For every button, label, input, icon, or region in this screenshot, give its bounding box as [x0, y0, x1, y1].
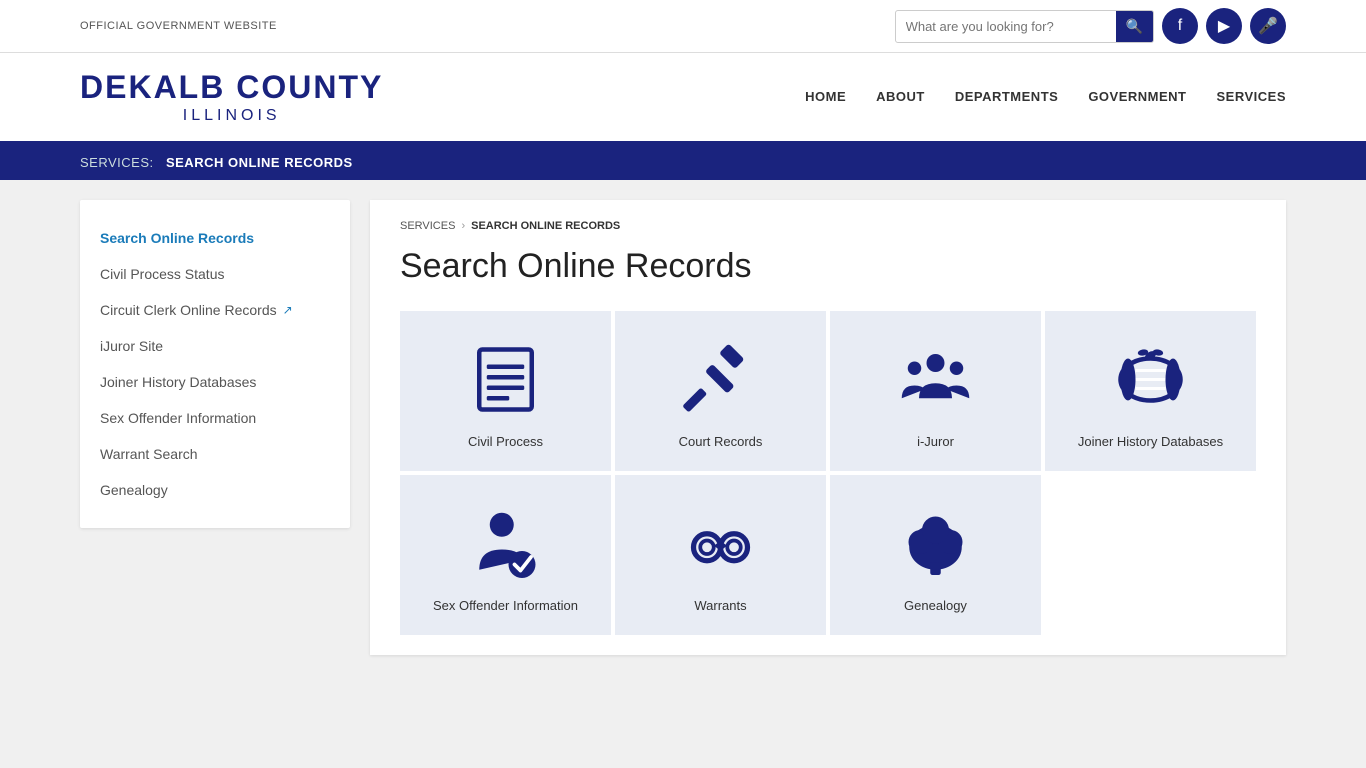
nav-home[interactable]: HOME — [805, 89, 846, 104]
card-sex-offender-label: Sex Offender Information — [433, 598, 578, 613]
genealogy-icon — [898, 506, 973, 598]
card-ijuror[interactable]: i-Juror — [830, 311, 1041, 471]
breadcrumb-current: SEARCH ONLINE RECORDS — [471, 220, 620, 232]
nav-government[interactable]: GOVERNMENT — [1088, 89, 1186, 104]
card-genealogy[interactable]: Genealogy — [830, 475, 1041, 635]
nav-services[interactable]: SERVICES — [1216, 89, 1286, 104]
microphone-icon[interactable]: 🎤 — [1250, 8, 1286, 44]
youtube-icon[interactable]: ▶ — [1206, 8, 1242, 44]
card-warrants[interactable]: Warrants — [615, 475, 826, 635]
sidebar-item-ijuror[interactable]: iJuror Site — [80, 328, 350, 364]
breadcrumb-separator: › — [461, 220, 465, 232]
breadcrumb: SERVICES › SEARCH ONLINE RECORDS — [400, 220, 1256, 232]
logo-state: ILLINOIS — [80, 106, 383, 125]
header: DEKALB COUNTY ILLINOIS HOME ABOUT DEPART… — [0, 53, 1366, 145]
search-box[interactable]: 🔍 — [895, 10, 1154, 43]
nav-departments[interactable]: DEPARTMENTS — [955, 89, 1058, 104]
sidebar-item-warrant-search[interactable]: Warrant Search — [80, 436, 350, 472]
card-joiner-history-label: Joiner History Databases — [1078, 434, 1223, 449]
sidebar-item-circuit-clerk[interactable]: Circuit Clerk Online Records ↗ — [80, 292, 350, 328]
main-nav: HOME ABOUT DEPARTMENTS GOVERNMENT SERVIC… — [805, 89, 1286, 104]
card-warrants-label: Warrants — [694, 598, 746, 613]
icon-grid: Civil Process Court Records — [400, 311, 1256, 635]
sidebar-item-joiner-history[interactable]: Joiner History Databases — [80, 364, 350, 400]
sidebar-item-genealogy[interactable]: Genealogy — [80, 472, 350, 508]
joiner-history-icon — [1113, 342, 1188, 434]
court-records-icon — [683, 342, 758, 434]
search-button[interactable]: 🔍 — [1116, 11, 1153, 42]
card-sex-offender[interactable]: Sex Offender Information — [400, 475, 611, 635]
breadcrumb-banner: SERVICES: SEARCH ONLINE RECORDS — [0, 145, 1366, 180]
sidebar-item-sex-offender[interactable]: Sex Offender Information — [80, 400, 350, 436]
sidebar-item-civil-process-status[interactable]: Civil Process Status — [80, 256, 350, 292]
content-area: SERVICES › SEARCH ONLINE RECORDS Search … — [370, 200, 1286, 655]
card-civil-process[interactable]: Civil Process — [400, 311, 611, 471]
civil-process-icon — [468, 342, 543, 434]
top-bar-right: 🔍 f ▶ 🎤 — [895, 8, 1286, 44]
card-ijuror-label: i-Juror — [917, 434, 954, 449]
facebook-icon[interactable]: f — [1162, 8, 1198, 44]
top-bar: OFFICIAL GOVERNMENT WEBSITE 🔍 f ▶ 🎤 — [0, 0, 1366, 53]
search-input[interactable] — [896, 13, 1116, 40]
banner-label: SERVICES: — [80, 155, 154, 170]
card-court-records-label: Court Records — [679, 434, 763, 449]
sidebar-item-search-online-records[interactable]: Search Online Records — [80, 220, 350, 256]
card-civil-process-label: Civil Process — [468, 434, 543, 449]
page-title: Search Online Records — [400, 247, 1256, 286]
logo-county: DEKALB COUNTY — [80, 68, 383, 106]
ijuror-icon — [898, 342, 973, 434]
logo[interactable]: DEKALB COUNTY ILLINOIS — [80, 68, 383, 126]
breadcrumb-services[interactable]: SERVICES — [400, 220, 455, 232]
card-court-records[interactable]: Court Records — [615, 311, 826, 471]
card-genealogy-label: Genealogy — [904, 598, 967, 613]
card-joiner-history[interactable]: Joiner History Databases — [1045, 311, 1256, 471]
official-text: OFFICIAL GOVERNMENT WEBSITE — [80, 20, 277, 32]
sex-offender-icon — [468, 506, 543, 598]
external-link-icon: ↗ — [283, 303, 293, 317]
main-content: Search Online Records Civil Process Stat… — [0, 180, 1366, 675]
warrants-icon — [683, 506, 758, 598]
banner-current: SEARCH ONLINE RECORDS — [166, 155, 353, 170]
nav-about[interactable]: ABOUT — [876, 89, 925, 104]
sidebar: Search Online Records Civil Process Stat… — [80, 200, 350, 528]
